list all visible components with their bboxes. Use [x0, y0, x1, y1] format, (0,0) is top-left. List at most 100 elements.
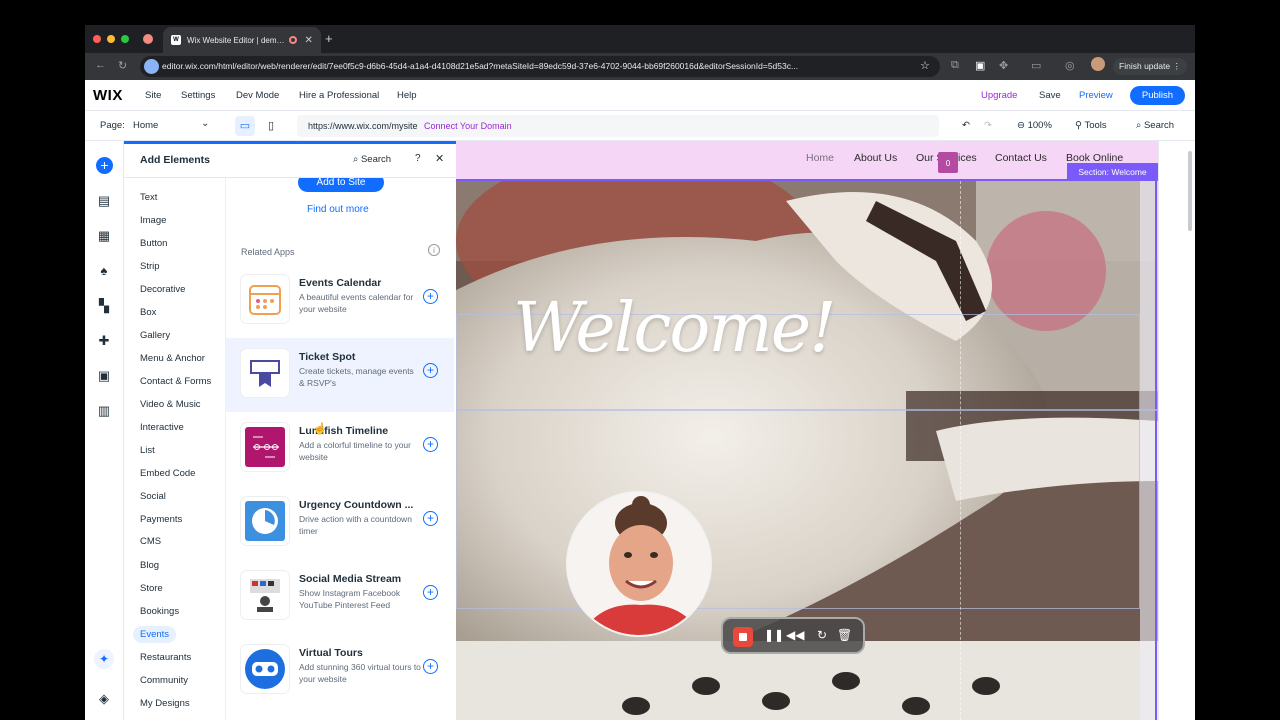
- category-decorative[interactable]: Decorative: [140, 284, 185, 295]
- category-cms[interactable]: CMS: [140, 536, 161, 547]
- preview-button[interactable]: Preview: [1079, 90, 1113, 101]
- category-payments[interactable]: Payments: [140, 514, 182, 525]
- reload-icon[interactable]: ↻: [118, 59, 127, 72]
- extension-icon[interactable]: ◎: [1065, 59, 1075, 72]
- site-url-bar[interactable]: https://www.wix.com/mysite Connect Your …: [297, 115, 939, 137]
- add-app-icon[interactable]: +: [423, 437, 438, 452]
- trash-icon[interactable]: 🗑: [837, 628, 852, 642]
- ai-assistant-icon[interactable]: ✦: [94, 649, 114, 669]
- category-video-music[interactable]: Video & Music: [140, 399, 201, 410]
- add-elements-icon[interactable]: +: [96, 157, 113, 174]
- wix-logo[interactable]: WIX: [93, 87, 123, 104]
- chevron-down-icon[interactable]: ⌄: [201, 118, 209, 129]
- add-app-icon[interactable]: +: [423, 289, 438, 304]
- add-to-site-button[interactable]: Add to Site: [298, 178, 384, 192]
- back-icon[interactable]: ←: [95, 59, 106, 71]
- close-icon[interactable]: ✕: [435, 152, 444, 165]
- cms-icon[interactable]: ▥: [96, 403, 112, 419]
- cast-icon[interactable]: ▭: [1031, 59, 1041, 72]
- cart-icon[interactable]: 0: [938, 152, 958, 173]
- save-button[interactable]: Save: [1039, 90, 1061, 101]
- publish-button[interactable]: Publish: [1130, 86, 1185, 105]
- category-contact-forms[interactable]: Contact & Forms: [140, 376, 211, 387]
- layers-icon[interactable]: ◈: [96, 691, 112, 707]
- category-restaurants[interactable]: Restaurants: [140, 652, 191, 663]
- category-interactive[interactable]: Interactive: [140, 422, 184, 433]
- category-embed-code[interactable]: Embed Code: [140, 468, 195, 479]
- menu-settings[interactable]: Settings: [181, 90, 215, 101]
- mobile-view-icon[interactable]: ▯: [261, 116, 281, 136]
- page-selector[interactable]: Home: [133, 120, 158, 131]
- maximize-window-icon[interactable]: [121, 35, 129, 43]
- section-label[interactable]: Section: Welcome: [1067, 163, 1158, 181]
- new-tab-icon[interactable]: +: [325, 31, 333, 46]
- site-nav-home[interactable]: Home: [806, 152, 834, 164]
- category-my-designs[interactable]: My Designs: [140, 698, 190, 709]
- category-bookings[interactable]: Bookings: [140, 606, 179, 617]
- close-window-icon[interactable]: [93, 35, 101, 43]
- find-out-more-link[interactable]: Find out more: [307, 204, 369, 215]
- canvas-scrollbar[interactable]: [1188, 151, 1192, 231]
- add-app-icon[interactable]: +: [423, 659, 438, 674]
- extension-icon[interactable]: ⧉: [951, 59, 959, 72]
- category-button[interactable]: Button: [140, 238, 167, 249]
- restart-icon[interactable]: ↻: [817, 628, 827, 642]
- app-item[interactable]: Events Calendar A beautiful events calen…: [226, 264, 454, 338]
- connect-domain-link[interactable]: Connect Your Domain: [424, 121, 512, 131]
- category-social[interactable]: Social: [140, 491, 166, 502]
- apps-icon[interactable]: ▚: [96, 298, 112, 314]
- category-box[interactable]: Box: [140, 307, 156, 318]
- site-nav-contact-us[interactable]: Contact Us: [995, 152, 1047, 164]
- site-info-icon[interactable]: [144, 59, 159, 74]
- site-nav-about-us[interactable]: About Us: [854, 152, 897, 164]
- url-field[interactable]: editor.wix.com/html/editor/web/renderer/…: [140, 56, 940, 77]
- app-item[interactable]: Urgency Countdown ... Drive action with …: [226, 486, 454, 560]
- category-blog[interactable]: Blog: [140, 560, 159, 571]
- category-strip[interactable]: Strip: [140, 261, 160, 272]
- welcome-heading[interactable]: Welcome!: [513, 289, 836, 368]
- editor-canvas[interactable]: Home About Us Our Services Contact Us Bo…: [456, 141, 1195, 720]
- menu-help[interactable]: Help: [397, 90, 417, 101]
- tools-button[interactable]: ⚲ Tools: [1075, 120, 1107, 131]
- category-text[interactable]: Text: [140, 192, 157, 203]
- redo-icon[interactable]: ↷: [984, 120, 992, 131]
- upgrade-link[interactable]: Upgrade: [981, 90, 1017, 101]
- app-item[interactable]: Lumifish Timeline Add a colorful timelin…: [226, 412, 454, 486]
- category-gallery[interactable]: Gallery: [140, 330, 170, 341]
- pages-icon[interactable]: ▦: [96, 228, 112, 244]
- close-tab-icon[interactable]: ✕: [305, 35, 313, 46]
- category-events[interactable]: Events: [133, 626, 177, 643]
- puzzle-icon[interactable]: ✥: [999, 59, 1008, 72]
- add-app-icon[interactable]: +: [423, 363, 438, 378]
- category-community[interactable]: Community: [140, 675, 188, 686]
- add-app-icon[interactable]: +: [423, 585, 438, 600]
- category-image[interactable]: Image: [140, 215, 166, 226]
- app-item[interactable]: Ticket Spot Create tickets, manage event…: [226, 338, 454, 412]
- menu-dev-mode[interactable]: Dev Mode: [236, 90, 279, 101]
- app-item[interactable]: Virtual Tours Add stunning 360 virtual t…: [226, 634, 454, 708]
- add-app-icon[interactable]: +: [423, 511, 438, 526]
- search-button[interactable]: ⌕ Search: [1136, 120, 1174, 131]
- app-item[interactable]: Social Media Stream Show Instagram Faceb…: [226, 560, 454, 634]
- stop-recording-button[interactable]: [733, 627, 753, 647]
- help-icon[interactable]: ?: [415, 153, 421, 164]
- add-apps-icon[interactable]: ✚: [96, 333, 112, 349]
- minimize-window-icon[interactable]: [107, 35, 115, 43]
- info-icon[interactable]: i: [428, 244, 440, 256]
- bookmark-star-icon[interactable]: ☆: [920, 59, 930, 72]
- pause-icon[interactable]: ❚❚: [764, 628, 784, 642]
- menu-hire-a-professional[interactable]: Hire a Professional: [299, 90, 379, 101]
- desktop-view-icon[interactable]: ▭: [235, 116, 255, 136]
- undo-icon[interactable]: ↶: [962, 120, 970, 131]
- category-menu-anchor[interactable]: Menu & Anchor: [140, 353, 205, 364]
- profile-avatar[interactable]: [1091, 57, 1105, 71]
- media-icon[interactable]: ▣: [96, 368, 112, 384]
- site-design-icon[interactable]: ♠: [96, 263, 112, 279]
- rewind-icon[interactable]: ◀◀: [786, 628, 804, 642]
- finish-update-button[interactable]: Finish update ⋮: [1113, 58, 1187, 75]
- browser-tab[interactable]: W Wix Website Editor | dem… ✕: [163, 27, 321, 53]
- extension-icon[interactable]: ▣: [975, 59, 985, 72]
- panel-search-button[interactable]: ⌕ Search: [353, 154, 391, 165]
- category-store[interactable]: Store: [140, 583, 163, 594]
- menu-site[interactable]: Site: [145, 90, 161, 101]
